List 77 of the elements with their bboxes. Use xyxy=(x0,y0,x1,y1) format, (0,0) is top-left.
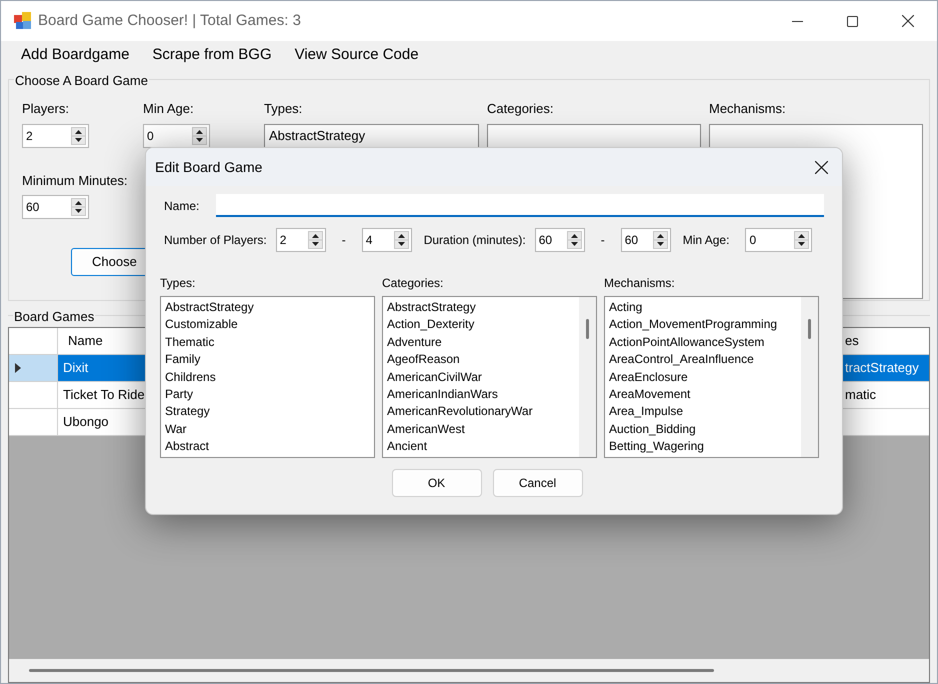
list-item[interactable]: AreaEnclosure xyxy=(609,368,688,386)
dialog-button[interactable]: Cancel xyxy=(492,469,582,497)
field-label: Minimum Minutes: xyxy=(22,172,128,190)
list-item[interactable]: AbstractStrategy xyxy=(269,126,474,144)
field-label: Min Age: xyxy=(143,100,195,118)
spin-arrows-icon[interactable] xyxy=(566,231,582,249)
row-header[interactable] xyxy=(9,355,58,382)
field-label: Players: xyxy=(22,100,70,118)
close-icon[interactable] xyxy=(902,15,914,27)
spin-arrows-icon[interactable] xyxy=(71,126,86,144)
list-item[interactable]: AmericanRevolutionaryWar xyxy=(387,403,533,421)
list-item[interactable]: AmericanIndianWars xyxy=(387,386,498,404)
spin-arrows-icon[interactable] xyxy=(652,231,668,249)
list-item[interactable]: Betting_Wagering xyxy=(609,438,704,456)
field-label: Mechanisms: xyxy=(709,100,787,118)
list-item[interactable]: AbstractStrategy xyxy=(387,299,476,316)
spin-box[interactable]: 60 xyxy=(534,228,585,252)
spin-box[interactable]: 0 xyxy=(745,228,812,252)
maximize-icon[interactable] xyxy=(847,16,858,26)
app-icon xyxy=(14,12,32,30)
field-label: Categories: xyxy=(487,100,554,118)
menu-item[interactable]: Scrape from BGG xyxy=(152,44,272,66)
list-item[interactable]: AreaMovement xyxy=(609,386,690,404)
list-item[interactable]: Acting xyxy=(609,299,642,316)
list-item[interactable]: Adventure xyxy=(387,334,442,352)
scrollbar-track[interactable] xyxy=(579,297,596,457)
list-item[interactable]: War xyxy=(165,420,187,438)
spin-box[interactable]: 4 xyxy=(362,228,412,252)
field-label: Types: xyxy=(160,275,196,292)
list-item[interactable]: AmericanWest xyxy=(387,420,465,438)
spin-arrows-icon[interactable] xyxy=(308,231,323,249)
field-label: Mechanisms: xyxy=(604,275,675,292)
range-separator: - xyxy=(600,232,605,249)
window-title: Board Game Chooser! | Total Games: 3 xyxy=(38,10,301,31)
list-box[interactable]: Acting Action_MovementProgramming ActionPointAllowanceSystem AreaControl_AreaInfluence AreaEnclosure AreaMovement Area_Impulse Auction_Bidding Betting_Wagering xyxy=(604,296,819,458)
list-item[interactable]: Abstract xyxy=(165,438,210,456)
list-item[interactable]: Action_MovementProgramming xyxy=(609,316,778,334)
spin-box[interactable]: 0 xyxy=(143,124,210,148)
list-box[interactable]: AbstractStrategy Customizable Thematic Family Childrens Party Strategy War Abstract xyxy=(160,296,375,458)
field-label: Types: xyxy=(264,100,304,118)
minimize-icon[interactable] xyxy=(792,20,803,22)
list-item[interactable]: Ancient xyxy=(387,438,428,456)
spin-arrows-icon[interactable] xyxy=(192,126,207,144)
list-item[interactable]: Area_Impulse xyxy=(609,403,684,421)
scrollbar-thumb[interactable] xyxy=(29,669,714,672)
dialog-button[interactable]: OK xyxy=(392,469,482,497)
name-input-field[interactable] xyxy=(216,194,824,217)
list-item[interactable]: AbstractStrategy xyxy=(165,299,254,316)
field-label: Categories: xyxy=(382,275,444,292)
menu-item[interactable]: Add Boardgame xyxy=(21,44,130,66)
field-label: Min Age: xyxy=(682,232,730,249)
spin-box[interactable]: 2 xyxy=(22,124,89,148)
menu-item[interactable]: View Source Code xyxy=(294,44,419,66)
list-item[interactable]: AmericanCivilWar xyxy=(387,368,482,386)
list-item[interactable]: AreaControl_AreaInfluence xyxy=(609,351,754,369)
list-item[interactable]: Action_Dexterity xyxy=(387,316,474,334)
current-row-icon xyxy=(15,363,21,373)
list-item[interactable]: Auction_Bidding xyxy=(609,420,696,438)
spin-arrows-icon[interactable] xyxy=(394,231,409,249)
scrollbar-thumb[interactable] xyxy=(586,319,589,339)
dialog-title: Edit Board Game xyxy=(155,158,262,176)
close-icon[interactable] xyxy=(815,160,828,174)
spin-box[interactable]: 60 xyxy=(22,195,89,219)
scrollbar-track[interactable] xyxy=(801,297,818,457)
field-label: Number of Players: xyxy=(164,232,267,249)
list-item[interactable]: AgeofReason xyxy=(387,351,460,369)
field-label: Duration (minutes): xyxy=(424,232,526,249)
range-separator: - xyxy=(342,232,346,249)
spin-box[interactable]: 60 xyxy=(620,228,671,252)
list-box[interactable]: AbstractStrategy Action_Dexterity Adventure AgeofReason AmericanCivilWar AmericanIndianWars AmericanRevolutionaryWar AmericanWest Ancient xyxy=(382,296,597,458)
list-item[interactable]: Party xyxy=(165,386,194,404)
spin-arrows-icon[interactable] xyxy=(71,198,86,216)
spin-arrows-icon[interactable] xyxy=(794,231,810,249)
list-item[interactable]: ActionPointAllowanceSystem xyxy=(609,334,764,352)
spin-box[interactable]: 2 xyxy=(276,228,326,252)
field-label: Name: xyxy=(164,198,200,214)
scrollbar-thumb[interactable] xyxy=(808,319,811,339)
